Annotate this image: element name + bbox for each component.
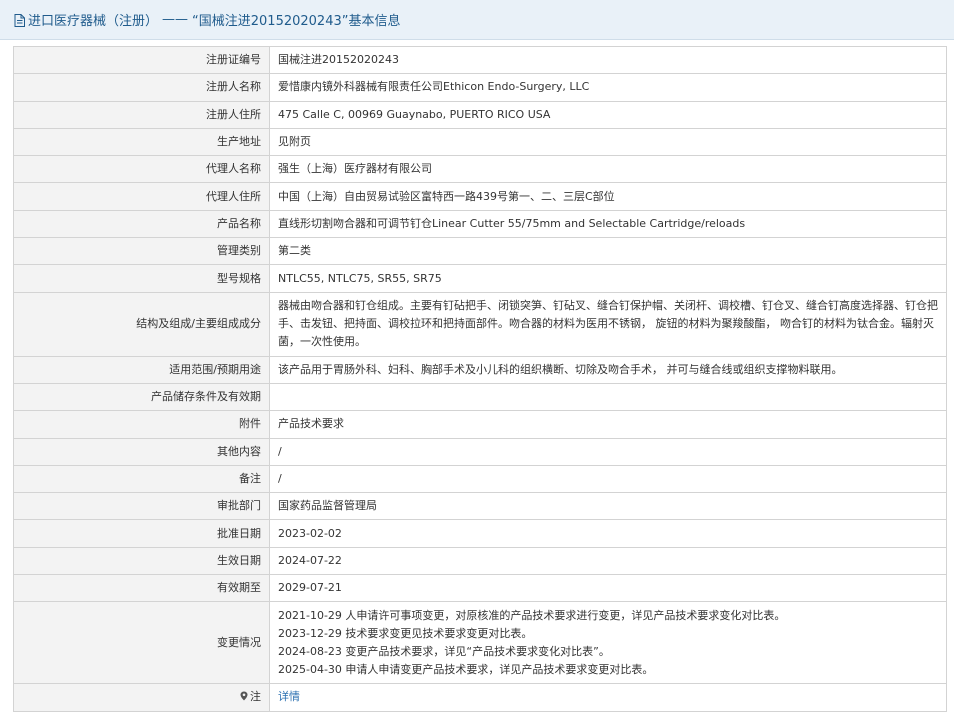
map-pin-icon — [240, 691, 248, 701]
change-history-item: 2024-08-23 变更产品技术要求，详见“产品技术要求变化对比表”。 — [278, 644, 610, 658]
table-row-other-content: 其他内容 / — [13, 437, 947, 466]
row-value: 该产品用于胃肠外科、妇科、胸部手术及小儿科的组织横断、切除及吻合手术， 并可与缝… — [269, 355, 947, 384]
change-history-item: 2021-10-29 人申请许可事项变更，对原核准的产品技术要求进行变更，详见产… — [278, 608, 786, 622]
row-label: 注册人名称 — [13, 73, 270, 102]
row-label: 备注 — [13, 464, 270, 494]
row-value: / — [269, 464, 947, 494]
table-row-change-history: 变更情况 2021-10-29 人申请许可事项变更，对原核准的产品技术要求进行变… — [13, 601, 947, 685]
table-row-approval-department: 审批部门 国家药品监督管理局 — [13, 492, 947, 521]
row-value: 第二类 — [269, 237, 947, 266]
row-label: 管理类别 — [13, 237, 270, 266]
row-label: 有效期至 — [13, 574, 270, 603]
table-row-model-spec: 型号规格 NTLC55, NTLC75, SR55, SR75 — [13, 264, 947, 293]
info-table: 注册证编号 国械注进20152020243 注册人名称 爱惜康内镜外科器械有限责… — [13, 45, 947, 712]
change-history-item: 2025-04-30 申请人申请变更产品技术要求，详见产品技术要求变更对比表。 — [278, 662, 654, 676]
row-value: 2023-02-02 — [269, 519, 947, 548]
row-value: 爱惜康内镜外科器械有限责任公司Ethicon Endo-Surgery, LLC — [269, 73, 947, 102]
row-label: 注册证编号 — [13, 45, 270, 75]
header-title-prefix: 进口医疗器械（注册） — [28, 14, 159, 29]
table-row-agent-name: 代理人名称 强生（上海）医疗器材有限公司 — [13, 155, 947, 184]
table-row-intended-use: 适用范围/预期用途 该产品用于胃肠外科、妇科、胸部手术及小儿科的组织横断、切除及… — [13, 355, 947, 384]
row-value: / — [269, 437, 947, 466]
table-row-remarks: 备注 / — [13, 464, 947, 494]
row-value: 中国（上海）自由贸易试验区富特西一路439号第一、二、三层C部位 — [269, 182, 947, 211]
table-row-registration-number: 注册证编号 国械注进20152020243 — [13, 45, 947, 75]
row-label: 产品储存条件及有效期 — [13, 382, 270, 412]
table-row-structure-composition: 结构及组成/主要组成成分 器械由吻合器和钉仓组成。主要有钉砧把手、闭锁突笋、钉砧… — [13, 291, 947, 357]
row-label: 结构及组成/主要组成成分 — [13, 291, 270, 357]
row-value: 见附页 — [269, 127, 947, 157]
table-row-registrant-address: 注册人住所 475 Calle C, 00969 Guaynabo, PUERT… — [13, 100, 947, 129]
table-row-valid-until: 有效期至 2029-07-21 — [13, 574, 947, 603]
details-link[interactable]: 详情 — [278, 690, 300, 703]
header-separator: —— — [162, 12, 189, 27]
note-label-cell: 注 — [13, 683, 270, 712]
document-icon — [14, 14, 25, 27]
row-value — [269, 382, 947, 412]
row-label: 变更情况 — [13, 601, 270, 685]
table-row-effective-date: 生效日期 2024-07-22 — [13, 546, 947, 576]
table-row-note: 注 详情 — [13, 683, 947, 712]
row-label: 适用范围/预期用途 — [13, 355, 270, 384]
row-value: 产品技术要求 — [269, 410, 947, 439]
table-row-attachment: 附件 产品技术要求 — [13, 410, 947, 439]
row-label: 其他内容 — [13, 437, 270, 466]
row-label: 批准日期 — [13, 519, 270, 548]
table-row-storage-validity: 产品储存条件及有效期 — [13, 382, 947, 412]
row-label: 附件 — [13, 410, 270, 439]
page: 进口医疗器械（注册） —— “国械注进20152020243”基本信息 注册证编… — [0, 0, 954, 725]
table-row-registrant-name: 注册人名称 爱惜康内镜外科器械有限责任公司Ethicon Endo-Surger… — [13, 73, 947, 102]
note-value-cell: 详情 — [269, 683, 947, 712]
row-label: 型号规格 — [13, 264, 270, 293]
table-row-agent-address: 代理人住所 中国（上海）自由贸易试验区富特西一路439号第一、二、三层C部位 — [13, 182, 947, 211]
row-value: 强生（上海）医疗器材有限公司 — [269, 155, 947, 184]
info-table-body: 注册证编号 国械注进20152020243 注册人名称 爱惜康内镜外科器械有限责… — [13, 45, 947, 712]
row-value: 器械由吻合器和钉仓组成。主要有钉砧把手、闭锁突笋、钉砧叉、缝合钉保护帽、关闭杆、… — [269, 291, 947, 357]
row-value: 国家药品监督管理局 — [269, 492, 947, 521]
row-label: 代理人住所 — [13, 182, 270, 211]
row-label: 注册人住所 — [13, 100, 270, 129]
info-table-container: 注册证编号 国械注进20152020243 注册人名称 爱惜康内镜外科器械有限责… — [13, 45, 947, 712]
row-value: 国械注进20152020243 — [269, 45, 947, 75]
row-value: NTLC55, NTLC75, SR55, SR75 — [269, 264, 947, 293]
row-label: 产品名称 — [13, 209, 270, 239]
change-history-item: 2023-12-29 技术要求变更见技术要求变更对比表。 — [278, 626, 533, 640]
table-row-product-name: 产品名称 直线形切割吻合器和可调节钉仓Linear Cutter 55/75mm… — [13, 209, 947, 239]
row-label: 审批部门 — [13, 492, 270, 521]
row-label: 生效日期 — [13, 546, 270, 576]
change-history-list: 2021-10-29 人申请许可事项变更，对原核准的产品技术要求进行变更，详见产… — [269, 601, 947, 685]
row-value: 直线形切割吻合器和可调节钉仓Linear Cutter 55/75mm and … — [269, 209, 947, 239]
row-label: 代理人名称 — [13, 155, 270, 184]
row-value: 475 Calle C, 00969 Guaynabo, PUERTO RICO… — [269, 100, 947, 129]
page-header: 进口医疗器械（注册） —— “国械注进20152020243”基本信息 — [0, 0, 954, 40]
row-value: 2029-07-21 — [269, 574, 947, 603]
note-label: 注 — [250, 690, 261, 704]
row-value: 2024-07-22 — [269, 546, 947, 576]
table-row-production-address: 生产地址 见附页 — [13, 127, 947, 157]
table-row-management-class: 管理类别 第二类 — [13, 237, 947, 266]
header-title-main: “国械注进20152020243”基本信息 — [192, 14, 401, 29]
table-row-approval-date: 批准日期 2023-02-02 — [13, 519, 947, 548]
row-label: 生产地址 — [13, 127, 270, 157]
